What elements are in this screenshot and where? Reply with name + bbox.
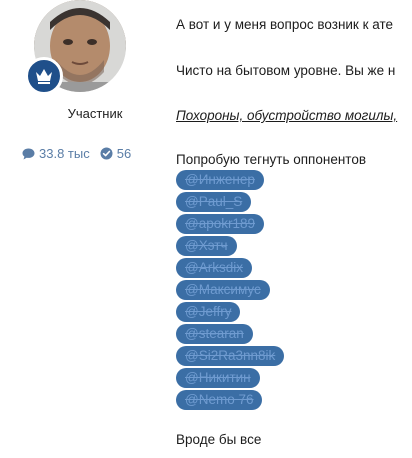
user-mention[interactable]: @Jeffry bbox=[176, 302, 241, 322]
mention-list: @Инженер @Paul_S @apokr189 @Хэтч @Arksdi… bbox=[176, 170, 285, 410]
user-mention[interactable]: @Никитин bbox=[176, 368, 260, 388]
reactions-count: 56 bbox=[116, 146, 132, 161]
reactions-stat[interactable]: 56 bbox=[100, 146, 131, 161]
user-mention[interactable]: @Si2Ra3nn8ik bbox=[176, 346, 285, 366]
post-closing: Вроде бы все bbox=[176, 432, 262, 447]
post-body: А вот и у меня вопрос возник к ате Чисто… bbox=[176, 0, 412, 458]
user-mention[interactable]: @Максимус bbox=[176, 280, 270, 300]
user-sidebar: Участник 33.8 тыс 56 bbox=[0, 0, 175, 458]
user-title: Участник bbox=[67, 106, 123, 121]
tag-intro: Попробую тегнуть оппонентов bbox=[176, 152, 367, 167]
messages-stat[interactable]: 33.8 тыс bbox=[22, 146, 90, 161]
user-mention[interactable]: @Инженер bbox=[176, 170, 264, 190]
post-text-line: А вот и у меня вопрос возник к ате bbox=[176, 17, 394, 32]
user-mention[interactable]: @Хэтч bbox=[176, 236, 237, 256]
rank-badge bbox=[25, 57, 63, 95]
user-mention[interactable]: @apokr189 bbox=[176, 214, 264, 234]
user-mention[interactable]: @Arksdix bbox=[176, 258, 252, 278]
user-mention[interactable]: @Nemo 76 bbox=[176, 390, 263, 410]
post-view: Участник 33.8 тыс 56 А вот и у меня вопр… bbox=[0, 0, 412, 458]
user-stats: 33.8 тыс 56 bbox=[22, 146, 131, 161]
user-mention[interactable]: @stearan bbox=[176, 324, 253, 344]
speech-bubble-icon bbox=[22, 148, 35, 159]
post-text-line: Чисто на бытовом уровне. Вы же н bbox=[176, 63, 396, 78]
check-circle-icon bbox=[100, 147, 113, 160]
messages-count: 33.8 тыс bbox=[39, 146, 90, 161]
user-mention[interactable]: @Paul_S bbox=[176, 192, 252, 212]
crown-icon bbox=[36, 69, 52, 84]
post-link[interactable]: Похороны, обустройство могилы, bbox=[176, 107, 397, 125]
